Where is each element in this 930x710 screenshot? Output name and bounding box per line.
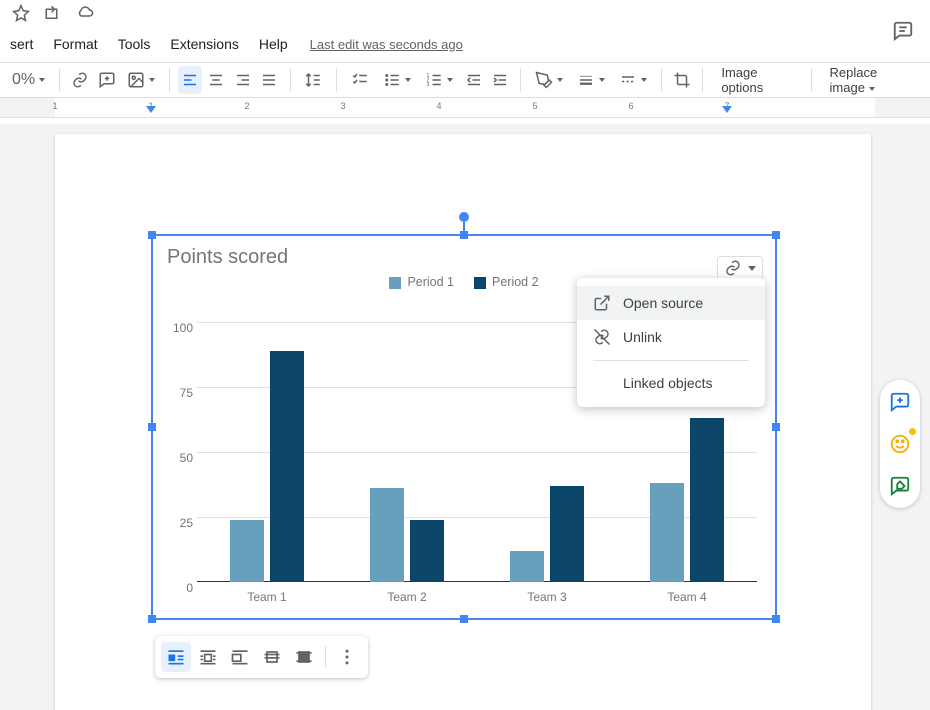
align-right-icon[interactable] bbox=[231, 66, 255, 94]
numbered-list-icon[interactable]: 123 bbox=[419, 66, 459, 94]
link-icon bbox=[724, 259, 742, 277]
ruler-number: 2 bbox=[244, 101, 249, 111]
y-axis-tick: 100 bbox=[163, 321, 193, 335]
wrap-behind-icon[interactable] bbox=[257, 642, 287, 672]
indent-decrease-icon[interactable] bbox=[461, 66, 485, 94]
x-axis-tick: Team 2 bbox=[387, 590, 426, 604]
x-axis-tick: Team 3 bbox=[527, 590, 566, 604]
last-edit-info[interactable]: Last edit was seconds ago bbox=[310, 37, 463, 52]
side-comment-panel bbox=[880, 380, 920, 508]
chart-bar bbox=[510, 551, 544, 582]
image-wrap-toolbar bbox=[155, 636, 368, 678]
resize-handle-s[interactable] bbox=[460, 615, 468, 623]
menu-insert[interactable]: sert bbox=[0, 30, 43, 58]
resize-handle-w[interactable] bbox=[148, 423, 156, 431]
insert-link-icon[interactable] bbox=[68, 66, 92, 94]
ruler-number: 3 bbox=[340, 101, 345, 111]
chart-title: Points scored bbox=[157, 240, 771, 273]
star-icon[interactable] bbox=[12, 4, 30, 27]
resize-handle-nw[interactable] bbox=[148, 231, 156, 239]
add-comment-button[interactable] bbox=[886, 388, 914, 416]
chevron-down-icon bbox=[748, 266, 756, 271]
x-axis-tick: Team 1 bbox=[247, 590, 286, 604]
move-icon[interactable] bbox=[44, 4, 62, 27]
resize-handle-sw[interactable] bbox=[148, 615, 156, 623]
border-weight-icon[interactable] bbox=[571, 66, 611, 94]
menu-label: Open source bbox=[623, 295, 703, 311]
menu-open-source[interactable]: Open source bbox=[577, 286, 765, 320]
suggest-edits-button[interactable] bbox=[886, 472, 914, 500]
y-axis-tick: 25 bbox=[163, 516, 193, 530]
chart-bar bbox=[370, 488, 404, 582]
zoom-dropdown[interactable]: 0% bbox=[6, 66, 51, 94]
add-comment-icon[interactable] bbox=[94, 66, 118, 94]
align-justify-icon[interactable] bbox=[257, 66, 281, 94]
chart-bar bbox=[690, 418, 724, 582]
x-axis-tick: Team 4 bbox=[667, 590, 706, 604]
ruler-number: 1 bbox=[52, 101, 57, 111]
ruler[interactable]: 11234567 bbox=[0, 98, 930, 118]
image-options-button[interactable]: Image options bbox=[711, 65, 802, 95]
emoji-reaction-button[interactable] bbox=[886, 430, 914, 458]
menu-help[interactable]: Help bbox=[249, 30, 298, 58]
rotation-handle[interactable] bbox=[459, 212, 469, 222]
legend-item: Period 1 bbox=[389, 275, 454, 289]
svg-text:3: 3 bbox=[427, 82, 430, 88]
menu-label: Unlink bbox=[623, 329, 662, 345]
resize-handle-n[interactable] bbox=[460, 231, 468, 239]
wrap-front-icon[interactable] bbox=[289, 642, 319, 672]
border-dash-icon[interactable] bbox=[613, 66, 653, 94]
linked-chart-menu: Open source Unlink Linked objects bbox=[577, 278, 765, 407]
comment-history-icon[interactable] bbox=[892, 20, 914, 47]
more-options-icon[interactable] bbox=[332, 642, 362, 672]
chart-bar bbox=[270, 351, 304, 582]
resize-handle-ne[interactable] bbox=[772, 231, 780, 239]
menu-linked-objects[interactable]: Linked objects bbox=[577, 367, 765, 399]
menu-extensions[interactable]: Extensions bbox=[160, 30, 248, 58]
linked-chart-controls[interactable] bbox=[717, 256, 763, 280]
replace-image-dropdown[interactable]: Replace image bbox=[820, 65, 924, 95]
resize-handle-se[interactable] bbox=[772, 615, 780, 623]
align-center-icon[interactable] bbox=[204, 66, 228, 94]
align-left-icon[interactable] bbox=[178, 66, 202, 94]
menu-label: Linked objects bbox=[623, 375, 713, 391]
y-axis-tick: 50 bbox=[163, 451, 193, 465]
chart-bar bbox=[410, 520, 444, 582]
ruler-number: 4 bbox=[436, 101, 441, 111]
wrap-text-icon[interactable] bbox=[193, 642, 223, 672]
line-spacing-icon[interactable] bbox=[298, 66, 328, 94]
menu-unlink[interactable]: Unlink bbox=[577, 320, 765, 354]
ruler-number: 6 bbox=[628, 101, 633, 111]
legend-item: Period 2 bbox=[474, 275, 539, 289]
menu-tools[interactable]: Tools bbox=[108, 30, 161, 58]
checklist-icon[interactable] bbox=[345, 66, 375, 94]
page: Points scored Period 1 Period 2 0 25 50 75 10… bbox=[55, 134, 871, 710]
chart-bar bbox=[650, 483, 684, 582]
menu-format[interactable]: Format bbox=[43, 30, 107, 58]
chart-bar bbox=[550, 486, 584, 582]
y-axis-tick: 0 bbox=[163, 581, 193, 595]
wrap-inline-icon[interactable] bbox=[161, 642, 191, 672]
wrap-break-icon[interactable] bbox=[225, 642, 255, 672]
insert-image-icon[interactable] bbox=[121, 66, 161, 94]
bullet-list-icon[interactable] bbox=[377, 66, 417, 94]
toolbar: 0% 123 Image options Replace image bbox=[0, 62, 930, 98]
menu-bar: sert Format Tools Extensions Help Last e… bbox=[0, 28, 930, 62]
indent-marker-icon[interactable] bbox=[722, 106, 732, 113]
open-external-icon bbox=[593, 294, 611, 312]
ruler-number: 5 bbox=[532, 101, 537, 111]
cloud-icon[interactable] bbox=[76, 4, 94, 27]
chart-bar bbox=[230, 520, 264, 582]
y-axis-tick: 75 bbox=[163, 386, 193, 400]
indent-marker-icon[interactable] bbox=[146, 106, 156, 113]
indent-increase-icon[interactable] bbox=[488, 66, 512, 94]
border-color-icon[interactable] bbox=[529, 66, 569, 94]
unlink-icon bbox=[593, 328, 611, 346]
crop-icon[interactable] bbox=[670, 66, 694, 94]
resize-handle-e[interactable] bbox=[772, 423, 780, 431]
